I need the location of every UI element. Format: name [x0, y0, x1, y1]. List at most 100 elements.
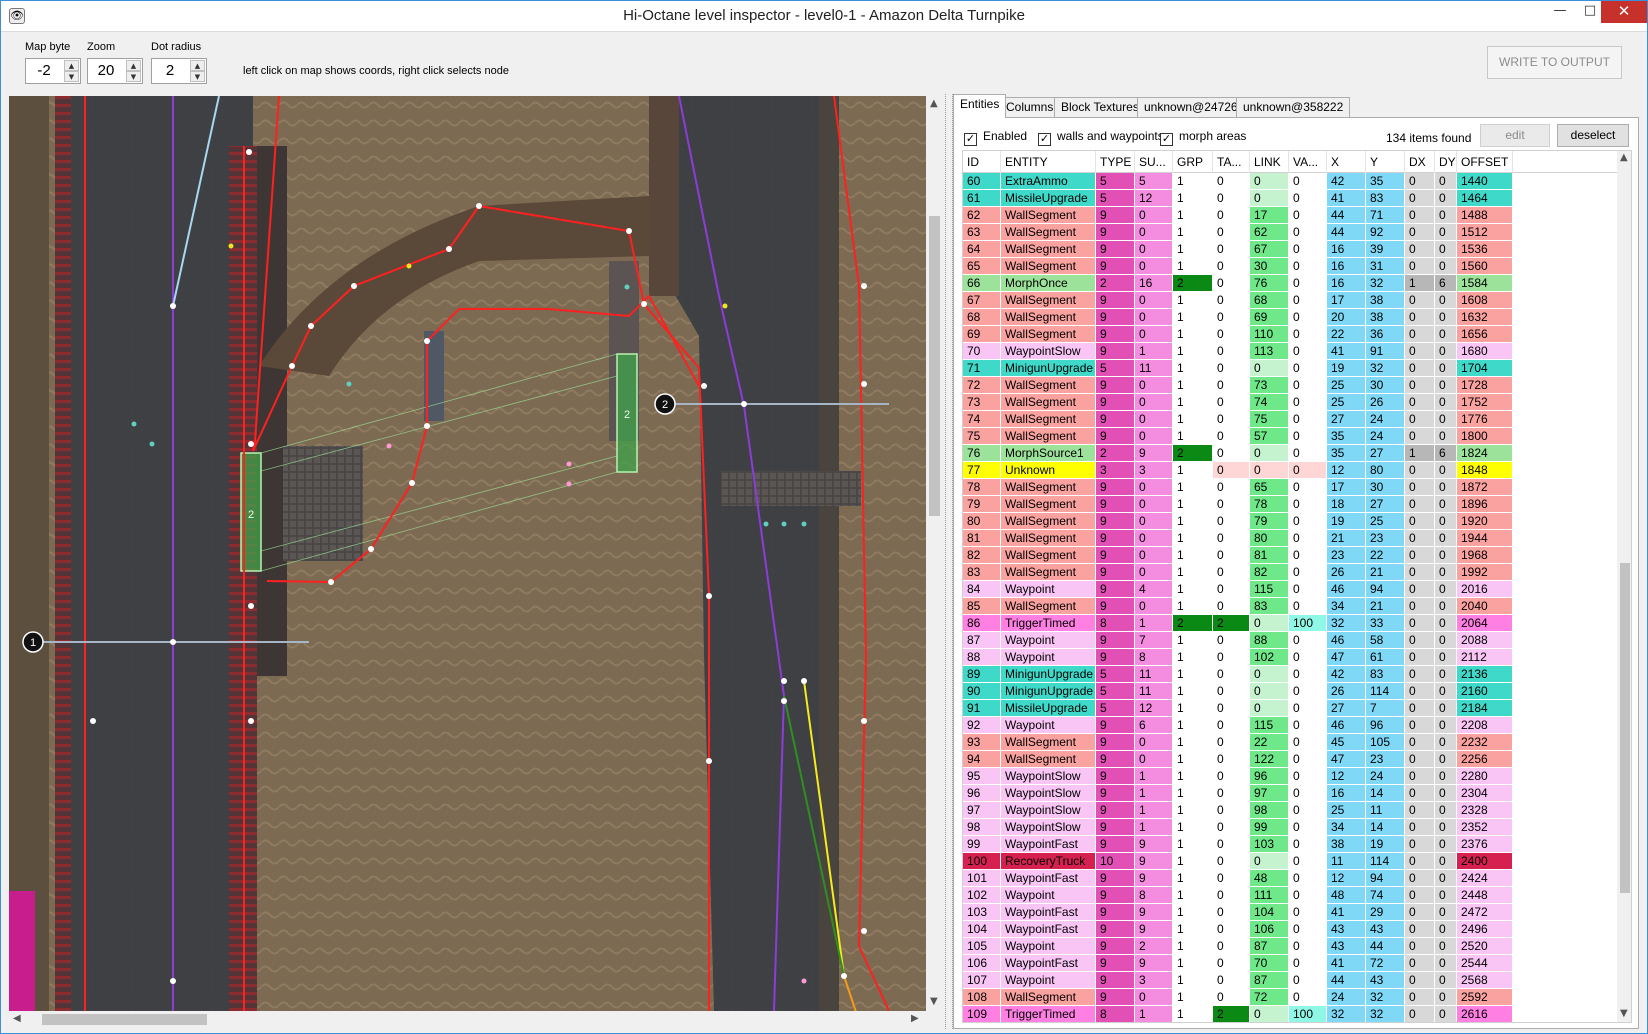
table-row[interactable]: 103 WaypointFast 9 9 1 0 104 0 41 29 0 0 2472 [963, 904, 1623, 921]
table-row[interactable]: 96 WaypointSlow 9 1 1 0 97 0 16 14 0 0 2304 [963, 785, 1623, 802]
map-horizontal-scrollbar[interactable]: ◀ ▶ [9, 1011, 926, 1028]
table-row[interactable]: 100 RecoveryTruck 10 9 1 0 0 0 11 114 0 0 2400 [963, 853, 1623, 870]
table-row[interactable]: 75 WallSegment 9 0 1 0 57 0 35 24 0 0 1800 [963, 428, 1623, 445]
zoom-value[interactable]: 20 [88, 62, 124, 79]
table-row[interactable]: 65 WallSegment 9 0 1 0 30 0 16 31 0 0 1560 [963, 258, 1623, 275]
table-row[interactable]: 82 WallSegment 9 0 1 0 81 0 23 22 0 0 1968 [963, 547, 1623, 564]
table-row[interactable]: 85 WallSegment 9 0 1 0 83 0 34 21 0 0 2040 [963, 598, 1623, 615]
table-row[interactable]: 78 WallSegment 9 0 1 0 65 0 17 30 0 0 1872 [963, 479, 1623, 496]
table-row[interactable]: 72 WallSegment 9 0 1 0 73 0 25 30 0 0 1728 [963, 377, 1623, 394]
table-row[interactable]: 81 WallSegment 9 0 1 0 80 0 21 23 0 0 1944 [963, 530, 1623, 547]
deselect-button[interactable]: deselect [1557, 124, 1629, 147]
stepper-up-icon[interactable]: ▲ [126, 60, 141, 71]
stepper-up-icon[interactable]: ▲ [64, 60, 79, 71]
table-row[interactable]: 64 WallSegment 9 0 1 0 67 0 16 39 0 0 1536 [963, 241, 1623, 258]
column-header[interactable]: ENTITY [1001, 151, 1096, 173]
table-row[interactable]: 93 WallSegment 9 0 1 0 22 0 45 105 0 0 2232 [963, 734, 1623, 751]
column-header[interactable]: Y [1366, 151, 1405, 173]
level-map-canvas[interactable]: 2 2 1 2 [9, 96, 926, 1011]
level-map[interactable]: 2 2 1 2 [9, 96, 926, 1011]
dot-radius-stepper[interactable]: 2 ▲ ▼ [151, 58, 207, 84]
stepper-up-icon[interactable]: ▲ [190, 60, 205, 71]
scroll-thumb[interactable] [1620, 563, 1630, 893]
map-marker-1[interactable]: 1 [30, 637, 36, 649]
walls-waypoints-checkbox[interactable]: ✓ walls and waypoints [1038, 129, 1164, 146]
write-to-output-button[interactable]: WRITE TO OUTPUT [1487, 46, 1622, 79]
table-row[interactable]: 79 WallSegment 9 0 1 0 78 0 18 27 0 0 1896 [963, 496, 1623, 513]
table-scrollbar[interactable]: ▲ ▼ [1617, 151, 1631, 1022]
morph-areas-checkbox[interactable]: ✓ morph areas [1160, 129, 1246, 146]
table-row[interactable]: 63 WallSegment 9 0 1 0 62 0 44 92 0 0 1512 [963, 224, 1623, 241]
tab-block-textures[interactable]: Block Textures [1054, 97, 1146, 117]
table-row[interactable]: 97 WaypointSlow 9 1 1 0 98 0 25 11 0 0 2328 [963, 802, 1623, 819]
table-row[interactable]: 90 MinigunUpgrade 5 11 1 0 0 0 26 114 0 0 2160 [963, 683, 1623, 700]
table-row[interactable]: 102 Waypoint 9 8 1 0 111 0 48 74 0 0 2448 [963, 887, 1623, 904]
table-row[interactable]: 76 MorphSource1 2 9 2 0 0 0 35 27 1 6 1824 [963, 445, 1623, 462]
close-icon[interactable]: ✕ [1601, 1, 1647, 23]
column-header[interactable]: SU... [1135, 151, 1173, 173]
edit-button[interactable]: edit [1480, 124, 1550, 147]
table-row[interactable]: 83 WallSegment 9 0 1 0 82 0 26 21 0 0 1992 [963, 564, 1623, 581]
table-row[interactable]: 80 WallSegment 9 0 1 0 79 0 19 25 0 0 1920 [963, 513, 1623, 530]
table-row[interactable]: 86 TriggerTimed 8 1 2 2 0 100 32 33 0 0 2064 [963, 615, 1623, 632]
scroll-up-icon[interactable]: ▲ [930, 98, 938, 109]
column-header[interactable]: ID [963, 151, 1001, 173]
scroll-up-icon[interactable]: ▲ [1620, 152, 1628, 163]
table-row[interactable]: 67 WallSegment 9 0 1 0 68 0 17 38 0 0 1608 [963, 292, 1623, 309]
table-row[interactable]: 69 WallSegment 9 0 1 0 110 0 22 36 0 0 1656 [963, 326, 1623, 343]
panel-splitter[interactable] [945, 94, 953, 1029]
table-row[interactable]: 106 WaypointFast 9 9 1 0 70 0 41 72 0 0 2544 [963, 955, 1623, 972]
table-row[interactable]: 70 WaypointSlow 9 1 1 0 113 0 41 91 0 0 1680 [963, 343, 1623, 360]
stepper-down-icon[interactable]: ▼ [64, 71, 79, 82]
table-row[interactable]: 88 Waypoint 9 8 1 0 102 0 47 61 0 0 2112 [963, 649, 1623, 666]
minimize-icon[interactable]: — [1545, 1, 1575, 23]
table-row[interactable]: 71 MinigunUpgrade 5 11 1 0 0 0 19 32 0 0 1704 [963, 360, 1623, 377]
stepper-down-icon[interactable]: ▼ [190, 71, 205, 82]
table-row[interactable]: 92 Waypoint 9 6 1 0 115 0 46 96 0 0 2208 [963, 717, 1623, 734]
scroll-right-icon[interactable]: ▶ [911, 1013, 919, 1024]
column-header[interactable]: TYPE [1096, 151, 1135, 173]
scroll-down-icon[interactable]: ▼ [930, 996, 938, 1007]
dot-radius-value[interactable]: 2 [152, 62, 188, 79]
table-row[interactable]: 104 WaypointFast 9 9 1 0 106 0 43 43 0 0 2496 [963, 921, 1623, 938]
scroll-down-icon[interactable]: ▼ [1620, 1008, 1628, 1019]
table-row[interactable]: 94 WallSegment 9 0 1 0 122 0 47 23 0 0 2256 [963, 751, 1623, 768]
column-header[interactable]: LINK [1250, 151, 1289, 173]
table-row[interactable]: 73 WallSegment 9 0 1 0 74 0 25 26 0 0 1752 [963, 394, 1623, 411]
enabled-checkbox[interactable]: ✓ Enabled [964, 129, 1027, 146]
map-marker-2[interactable]: 2 [662, 399, 668, 411]
column-header[interactable]: DY [1435, 151, 1457, 173]
column-header[interactable]: X [1327, 151, 1366, 173]
table-row[interactable]: 91 MissileUpgrade 5 12 1 0 0 0 27 7 0 0 2184 [963, 700, 1623, 717]
checkbox-check-icon[interactable]: ✓ [1038, 133, 1051, 146]
column-header[interactable]: VA... [1289, 151, 1327, 173]
column-header[interactable]: OFFSET [1457, 151, 1513, 173]
table-row[interactable]: 66 MorphOnce 2 16 2 0 76 0 16 32 1 6 1584 [963, 275, 1623, 292]
column-header[interactable]: TA... [1213, 151, 1250, 173]
table-row[interactable]: 98 WaypointSlow 9 1 1 0 99 0 34 14 0 0 2352 [963, 819, 1623, 836]
checkbox-check-icon[interactable]: ✓ [964, 133, 977, 146]
tab-entities[interactable]: Entities [953, 94, 1007, 118]
table-row[interactable]: 108 WallSegment 9 0 1 0 72 0 24 32 0 0 2592 [963, 989, 1623, 1006]
zoom-stepper[interactable]: 20 ▲ ▼ [87, 58, 143, 84]
table-row[interactable]: 105 Waypoint 9 2 1 0 87 0 43 44 0 0 2520 [963, 938, 1623, 955]
table-row[interactable]: 107 Waypoint 9 3 1 0 87 0 44 43 0 0 2568 [963, 972, 1623, 989]
column-header[interactable]: DX [1405, 151, 1435, 173]
table-row[interactable]: 74 WallSegment 9 0 1 0 75 0 27 24 0 0 1776 [963, 411, 1623, 428]
table-row[interactable]: 89 MinigunUpgrade 5 11 1 0 0 0 42 83 0 0 2136 [963, 666, 1623, 683]
checkbox-check-icon[interactable]: ✓ [1160, 133, 1173, 146]
scroll-thumb[interactable] [929, 216, 940, 516]
table-row[interactable]: 99 WaypointFast 9 9 1 0 103 0 38 19 0 0 2376 [963, 836, 1623, 853]
table-row[interactable]: 101 WaypointFast 9 9 1 0 48 0 12 94 0 0 2424 [963, 870, 1623, 887]
table-row[interactable]: 60 ExtraAmmo 5 5 1 0 0 0 42 35 0 0 1440 [963, 173, 1623, 190]
tab-columns[interactable]: Columns [999, 97, 1061, 117]
table-row[interactable]: 95 WaypointSlow 9 1 1 0 96 0 12 24 0 0 2280 [963, 768, 1623, 785]
map-byte-stepper[interactable]: -2 ▲ ▼ [25, 58, 81, 84]
table-row[interactable]: 84 Waypoint 9 4 1 0 115 0 46 94 0 0 2016 [963, 581, 1623, 598]
column-header[interactable]: GRP [1173, 151, 1213, 173]
table-row[interactable]: 68 WallSegment 9 0 1 0 69 0 20 38 0 0 1632 [963, 309, 1623, 326]
table-row[interactable]: 87 Waypoint 9 7 1 0 88 0 46 58 0 0 2088 [963, 632, 1623, 649]
tab-unknown-358222[interactable]: unknown@358222 [1236, 97, 1351, 117]
map-vertical-scrollbar[interactable]: ▲ ▼ [926, 96, 943, 1011]
map-byte-value[interactable]: -2 [26, 62, 62, 79]
